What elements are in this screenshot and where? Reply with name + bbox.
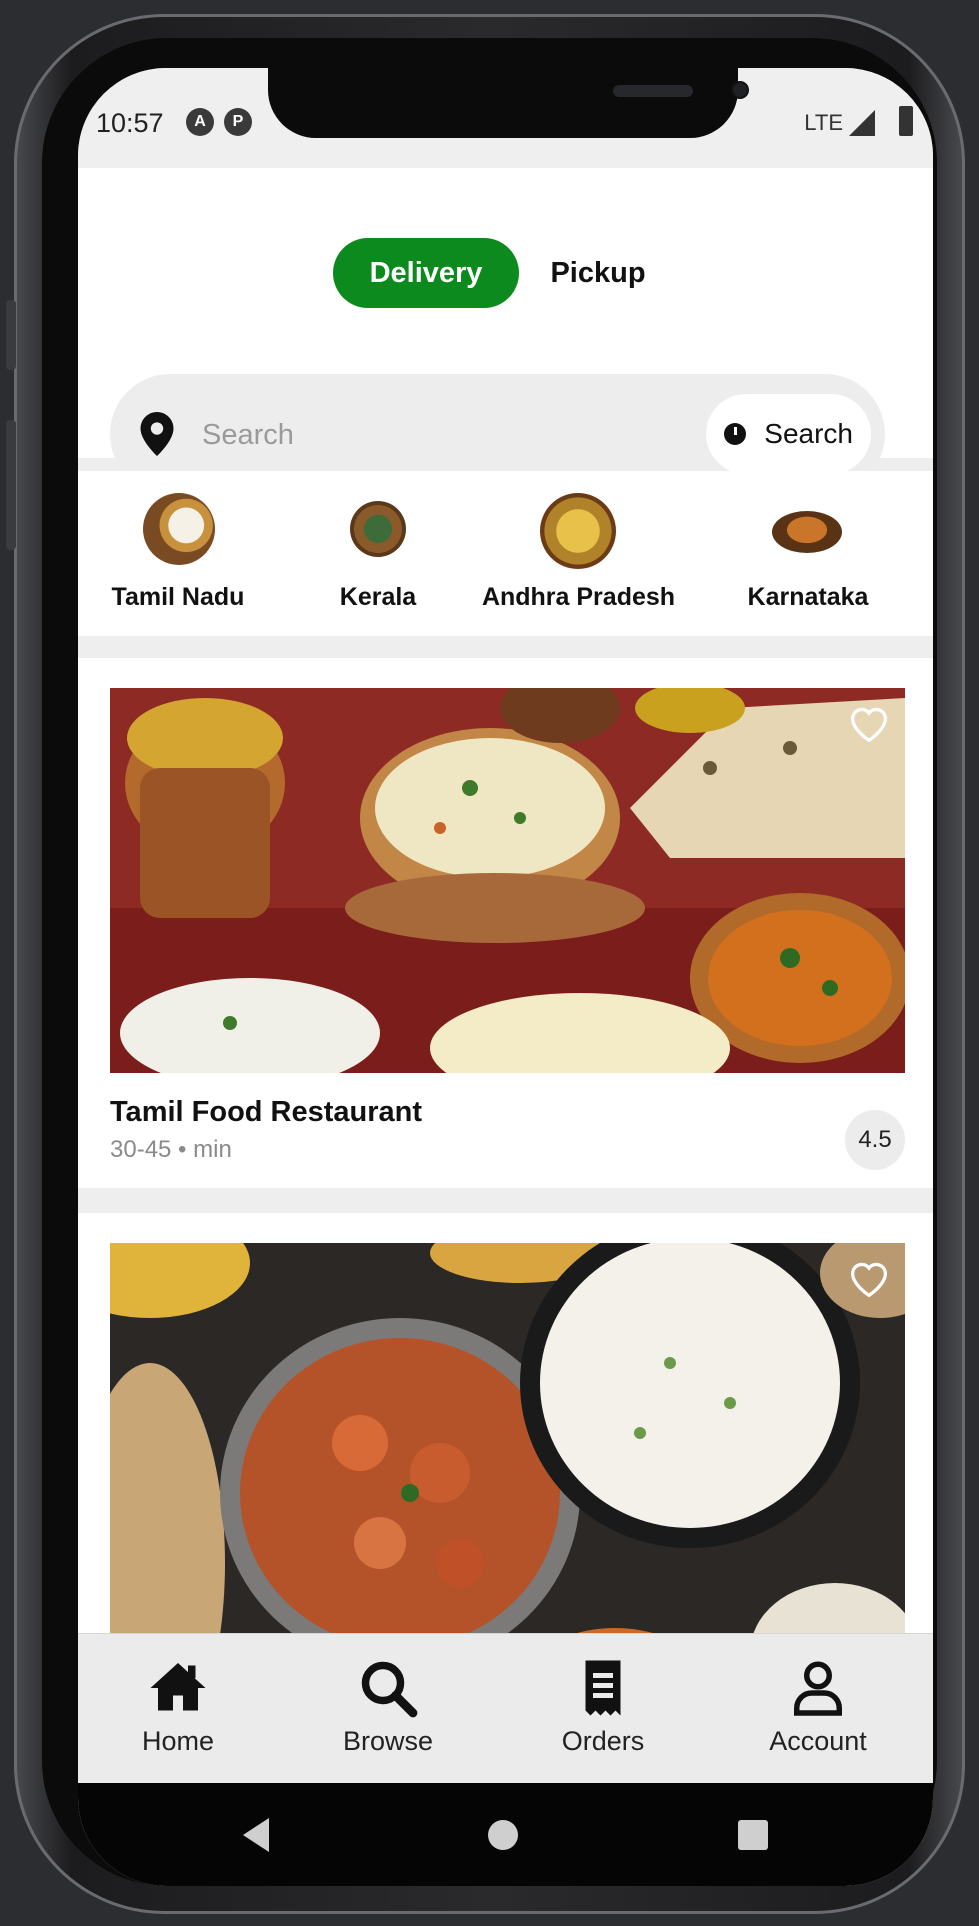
nav-account[interactable]: Account	[718, 1634, 918, 1784]
nav-browse[interactable]: Browse	[288, 1634, 488, 1784]
restaurant-image	[110, 688, 905, 1073]
recents-icon[interactable]	[738, 1820, 768, 1850]
food-photo	[110, 688, 905, 1073]
bottom-navigation: Home Browse Orders Account	[78, 1633, 933, 1784]
network-type: LTE	[804, 110, 843, 135]
home-circle-icon[interactable]	[488, 1820, 518, 1850]
account-icon	[794, 1661, 842, 1716]
status-time: 10:57	[96, 108, 164, 138]
front-camera	[733, 83, 747, 97]
andhra-pradesh-dish-image	[540, 493, 616, 569]
nav-label: Home	[141, 1726, 215, 1756]
phone-screen: 10:57 A P LTE Delivery Pickup Search Tam…	[78, 68, 933, 1886]
volume-button	[6, 420, 16, 550]
location-pin-icon[interactable]	[140, 412, 174, 456]
system-navigation-bar	[78, 1783, 933, 1886]
search-button-label: Search	[764, 418, 853, 449]
clock-icon	[724, 423, 746, 445]
favorite-heart-icon[interactable]	[847, 704, 891, 744]
rating-badge: 4.5	[845, 1110, 905, 1170]
search-input[interactable]	[200, 404, 684, 466]
home-icon	[150, 1663, 206, 1711]
category-karnataka[interactable]: Karnataka	[728, 471, 888, 636]
karnataka-dish-image	[772, 511, 842, 553]
delivery-time: 30-45 • min	[110, 1136, 232, 1163]
nav-label: Browse	[342, 1726, 434, 1756]
speaker	[613, 85, 693, 97]
category-tamil-nadu[interactable]: Tamil Nadu	[103, 471, 253, 636]
category-label: Kerala	[339, 583, 417, 611]
receipt-icon	[585, 1660, 621, 1716]
restaurant-card[interactable]: Tamil Food Restaurant 30-45 • min 4.5	[78, 658, 933, 1188]
tab-pickup[interactable]: Pickup	[533, 238, 663, 308]
tamil-nadu-dish-image	[143, 493, 215, 565]
category-strip: Tamil Nadu Kerala Andhra Pradesh Karnata…	[78, 471, 933, 636]
nav-orders[interactable]: Orders	[503, 1634, 703, 1784]
volume-button	[6, 300, 16, 370]
category-label: Tamil Nadu	[111, 583, 245, 611]
nav-label: Account	[769, 1726, 867, 1756]
restaurant-card[interactable]	[78, 1213, 933, 1703]
notch	[268, 68, 747, 138]
tab-delivery[interactable]: Delivery	[333, 238, 519, 308]
back-icon[interactable]	[243, 1818, 269, 1852]
signal-icon	[849, 110, 875, 136]
restaurant-name: Tamil Food Restaurant	[110, 1096, 423, 1128]
category-kerala[interactable]: Kerala	[318, 471, 438, 636]
a-notification-icon: A	[186, 108, 214, 136]
nav-home[interactable]: Home	[78, 1634, 278, 1784]
kerala-dish-image	[350, 501, 406, 557]
category-label: Andhra Pradesh	[481, 583, 676, 611]
p-notification-icon: P	[224, 108, 252, 136]
header-card: Delivery Pickup Search	[78, 168, 933, 494]
nav-label: Orders	[561, 1726, 645, 1756]
category-andhra-pradesh[interactable]: Andhra Pradesh	[476, 471, 681, 636]
favorite-heart-icon[interactable]	[847, 1259, 891, 1299]
battery-icon	[899, 106, 913, 136]
category-label: Karnataka	[747, 583, 869, 611]
search-button[interactable]: Search	[706, 394, 871, 474]
search-icon	[361, 1661, 418, 1718]
